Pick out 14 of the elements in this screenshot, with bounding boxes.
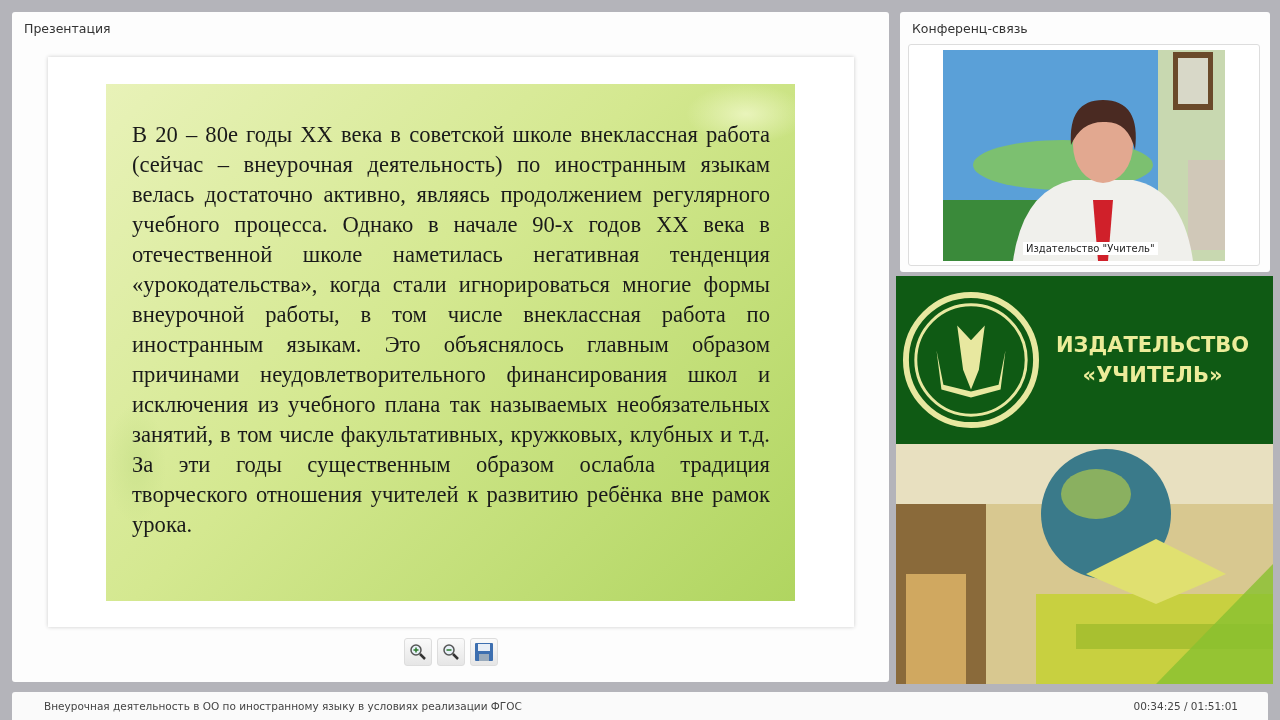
panel-title: Конференц-связь (911, 20, 1028, 38)
playback-time: 00:34:25 / 01:51:01 (1133, 700, 1238, 712)
lecture-title: Внеурочная деятельность в ОО по иностранному языку в условиях реализации ФГОС (44, 700, 522, 712)
zoom-out-button[interactable] (436, 638, 465, 666)
panel-title: Презентация (23, 20, 111, 38)
zoom-out-icon (441, 643, 460, 661)
book-logo-icon (902, 291, 1040, 429)
banner-text: «УЧИТЕЛЬ» (1082, 362, 1223, 389)
save-button[interactable] (469, 638, 498, 666)
slide-text: В 20 – 80е годы XX века в советской школе внеклассная работа (сейчас – внеурочная деятельность) по иностранным языкам велась достаточно активно, являясь продолжением регулярного учебного процесса. Однако в начале 90-х годов XX века в отечественной школе наметилась негативная тенденция «урокодательства», когда стали игнорироваться многие формы внеурочной работы, в том числе внеклассная работа по иностранным языкам. Это объяснялось главным образом причинами неудовлетворительного финансирования школ и исключения из учебного плана так называемых необязательных занятий, в том числе факультативных, кружковых, клубных и т.д. За эти годы существенным образом ослабла традиция творческого отношения учителей к развитию ребёнка вне рамок урока. (132, 121, 770, 539)
zoom-in-button[interactable] (403, 638, 432, 666)
banner-text: ИЗДАТЕЛЬСТВО (1056, 332, 1250, 359)
zoom-in-icon (408, 643, 427, 661)
save-icon (473, 642, 494, 662)
